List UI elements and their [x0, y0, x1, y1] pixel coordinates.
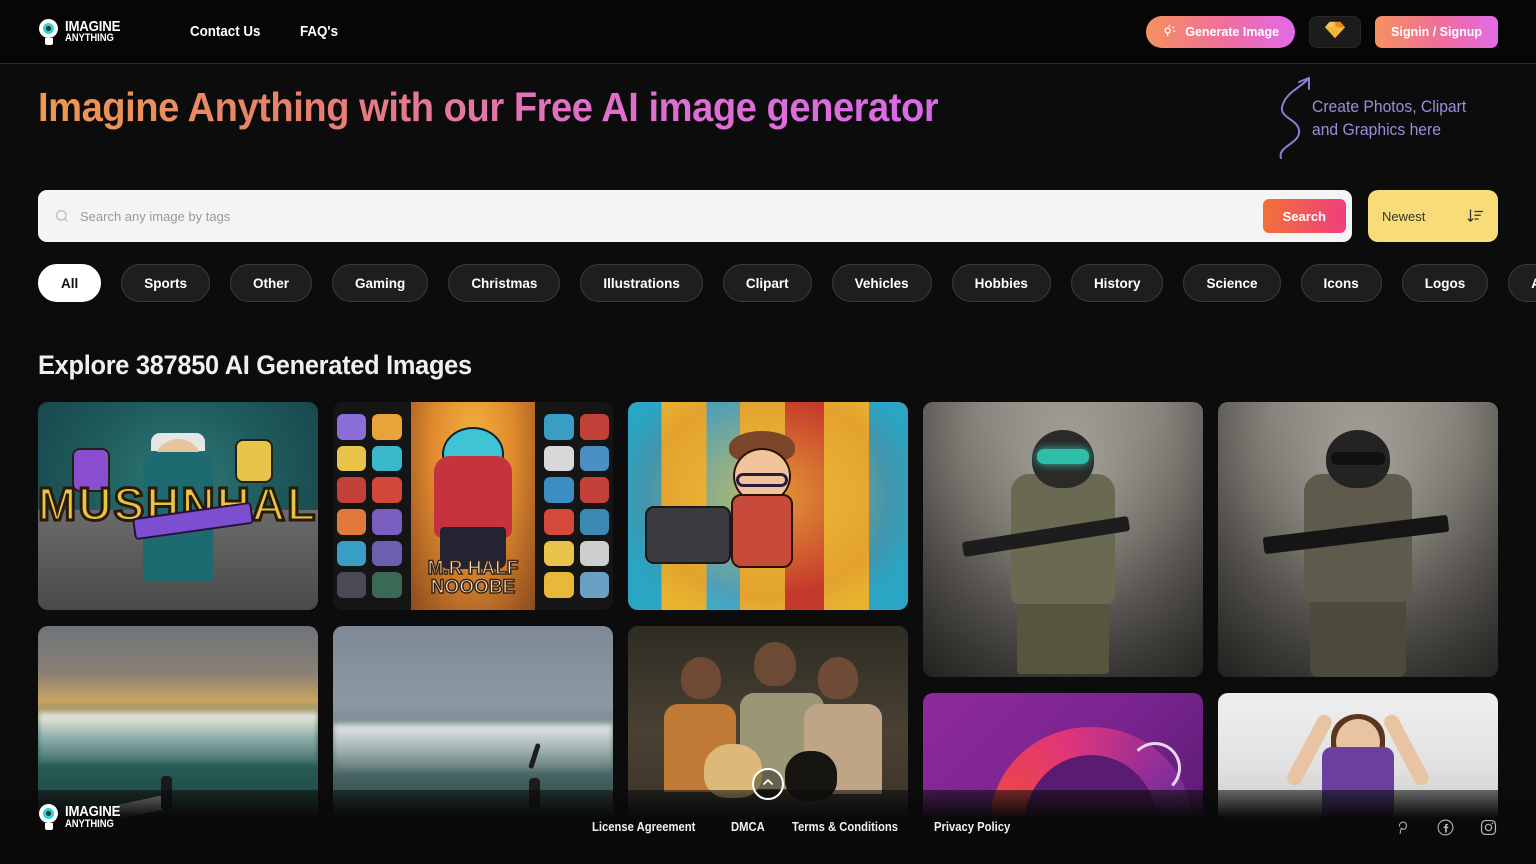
hero-tagline: Create Photos, Clipart and Graphics here	[1312, 98, 1467, 139]
category-pill-sports[interactable]: Sports	[121, 264, 211, 302]
facebook-icon[interactable]	[1436, 818, 1455, 837]
instagram-icon[interactable]	[1479, 818, 1498, 837]
footer-link-license-agreement[interactable]: License Agreement	[592, 820, 695, 834]
gallery-image	[628, 402, 908, 610]
generate-image-label: Generate Image	[1185, 25, 1280, 39]
sort-descending-icon	[1466, 207, 1484, 225]
gallery-image: M.R HALF NOOOBE	[333, 402, 613, 610]
search-row: Search Newest	[38, 190, 1498, 242]
category-pill-logos[interactable]: Logos	[1401, 264, 1489, 302]
category-pill-other[interactable]: Other	[230, 264, 313, 302]
social-links	[1393, 818, 1498, 837]
gem-icon	[1324, 20, 1346, 45]
site-footer: IMAGINE ANYTHING License Agreement DMCA …	[0, 790, 1536, 864]
gallery-image: MUSHNHALE	[38, 402, 318, 610]
site-logo[interactable]: IMAGINE ANYTHING	[38, 17, 128, 45]
image-gallery-grid: MUSHNHALE M.R HALFNOOOBE	[38, 402, 1498, 822]
footer-link-privacy-policy[interactable]: Privacy Policy	[934, 820, 1010, 834]
category-pill-hobbies[interactable]: Hobbies	[951, 264, 1051, 302]
category-filter-list: All Sports Other Gaming Christmas Illust…	[38, 264, 1536, 302]
footer-links: License Agreement DMCA Terms & Condition…	[592, 820, 1019, 834]
page-root: IMAGINE ANYTHING Contact Us FAQ's Genera…	[0, 0, 1536, 864]
gallery-image	[923, 402, 1203, 677]
nav-link-faqs[interactable]: FAQ's	[300, 24, 338, 40]
category-pill-christmas[interactable]: Christmas	[448, 264, 561, 302]
gallery-heading: Explore 387850 AI Generated Images	[38, 350, 472, 380]
category-pill-gaming[interactable]: Gaming	[332, 264, 429, 302]
site-header: IMAGINE ANYTHING Contact Us FAQ's Genera…	[0, 0, 1536, 64]
header-actions: Generate Image Signin / Signup	[1146, 0, 1498, 64]
chevron-up-icon	[760, 774, 776, 795]
gallery-card[interactable]: MUSHNHALE	[38, 402, 318, 610]
gallery-card[interactable]	[1218, 402, 1498, 677]
category-pill-icons[interactable]: Icons	[1300, 264, 1382, 302]
footer-logo-text-primary: IMAGINE	[65, 803, 121, 821]
category-pill-history[interactable]: History	[1070, 264, 1164, 302]
search-input[interactable]	[80, 208, 1263, 224]
nav-link-contact-us[interactable]: Contact Us	[190, 24, 260, 40]
page-title: Imagine Anything with our Free AI image …	[38, 84, 939, 130]
footer-logo[interactable]: IMAGINE ANYTHING	[38, 804, 128, 830]
pinterest-icon[interactable]	[1393, 818, 1412, 837]
logo-text-secondary: ANYTHING	[65, 32, 114, 45]
sort-dropdown[interactable]: Newest	[1368, 190, 1498, 242]
category-pill-clipart[interactable]: Clipart	[722, 264, 812, 302]
magic-wand-icon	[1162, 23, 1177, 41]
gallery-card[interactable]	[628, 402, 908, 610]
logo-text-primary: IMAGINE	[65, 17, 121, 35]
category-pill-science[interactable]: Science	[1183, 264, 1281, 302]
category-pill-all[interactable]: All	[38, 264, 102, 302]
gallery-card[interactable]: M.R HALF NOOOBE	[333, 402, 613, 610]
search-button[interactable]: Search	[1262, 199, 1346, 233]
footer-logo-text-secondary: ANYTHING	[65, 817, 114, 830]
generate-image-button[interactable]: Generate Image	[1146, 16, 1296, 48]
search-box[interactable]: Search	[38, 190, 1352, 242]
lightbulb-eye-logo-icon	[38, 18, 60, 45]
credits-button[interactable]	[1309, 16, 1362, 48]
category-pill-vehicles[interactable]: Vehicles	[831, 264, 932, 302]
scroll-to-top-button[interactable]	[752, 768, 784, 800]
sort-dropdown-value: Newest	[1382, 208, 1426, 224]
footer-link-dmca[interactable]: DMCA	[731, 820, 765, 834]
category-pill-illustrations[interactable]: Illustrations	[580, 264, 703, 302]
primary-nav: Contact Us FAQ's	[190, 24, 342, 40]
gallery-card[interactable]	[923, 402, 1203, 677]
signin-signup-button[interactable]: Signin / Signup	[1375, 16, 1498, 48]
gallery-image	[1218, 402, 1498, 677]
category-pill-animals[interactable]: Animals	[1508, 264, 1536, 302]
footer-link-terms-conditions[interactable]: Terms & Conditions	[792, 820, 898, 834]
search-icon	[54, 208, 70, 224]
lightbulb-eye-logo-icon	[38, 804, 60, 830]
